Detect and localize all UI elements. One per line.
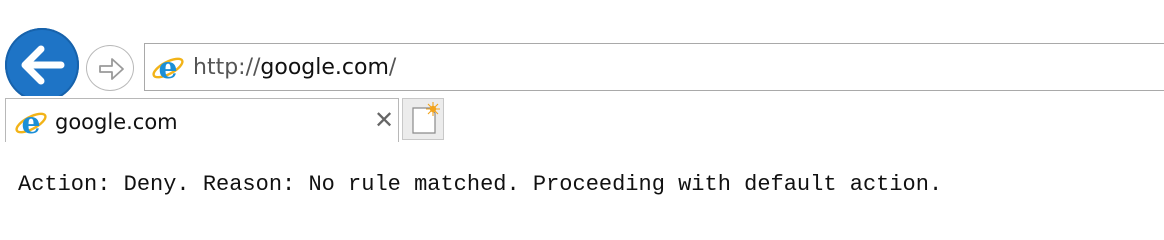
back-button[interactable]: [5, 28, 79, 102]
forward-button[interactable]: [86, 45, 134, 91]
url-path: /: [388, 55, 397, 80]
address-bar[interactable]: e http://google.com/: [144, 43, 1164, 91]
address-url[interactable]: http://google.com/: [193, 55, 396, 80]
url-host: google.com: [260, 55, 389, 80]
close-icon[interactable]: ✕: [372, 108, 396, 132]
ie-logo-icon: e: [14, 105, 48, 143]
svg-text:e: e: [158, 51, 177, 84]
arrow-left-icon: [21, 45, 65, 85]
page-message: Action: Deny. Reason: No rule matched. P…: [18, 172, 943, 197]
url-scheme: http://: [193, 55, 261, 80]
arrow-right-icon: [99, 58, 124, 80]
tab-title: google.com: [55, 110, 178, 134]
ie-logo-icon: e: [151, 50, 185, 88]
new-tab-button[interactable]: [402, 98, 444, 140]
tab-strip: e google.com ✕: [0, 96, 1164, 142]
new-tab-icon: [412, 102, 440, 134]
svg-text:e: e: [21, 106, 40, 139]
tab-google[interactable]: e google.com ✕: [5, 98, 399, 142]
